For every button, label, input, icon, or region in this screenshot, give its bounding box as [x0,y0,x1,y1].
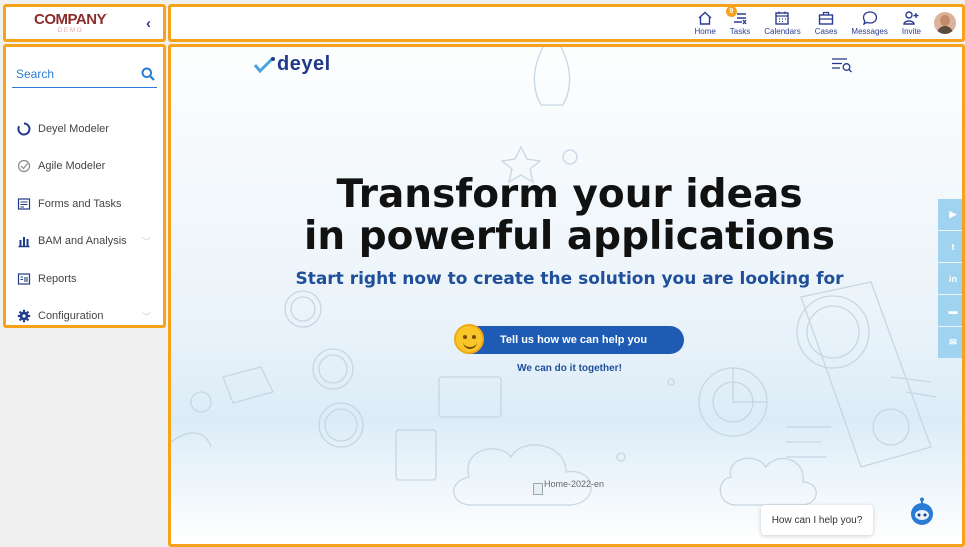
logo-region: COMPANY' DEMO ‹ [3,4,166,42]
menu-search-icon[interactable] [831,57,853,73]
contact-cta-button[interactable]: Tell us how we can help you [454,324,684,354]
nav-calendars[interactable]: Calendars [757,10,807,36]
sidebar-item-label: Deyel Modeler [38,122,109,135]
nav-messages-label: Messages [851,27,888,36]
nav-invite-label: Invite [901,27,921,36]
top-nav-items: Home 9 Tasks Calendars Cases Messages In… [687,6,956,39]
report-icon [17,272,31,286]
nav-invite[interactable]: Invite [895,10,928,36]
smiley-icon [454,324,484,354]
sidebar-item-label: BAM and Analysis [38,235,127,248]
sidebar-item-label: Agile Modeler [38,160,106,173]
subheadline: Start right now to create the solution y… [295,269,844,289]
chatbot-prompt[interactable]: How can I help you? [761,505,873,535]
logo-text: COMPANY [34,11,107,28]
background-illustration [171,47,937,506]
sidebar-search [12,65,157,88]
briefcase-icon [818,11,834,25]
circle-loader-icon [17,122,31,136]
video-icon[interactable]: ▬ [938,295,962,326]
mail-icon[interactable]: ✉ [938,327,962,358]
nav-calendars-label: Calendars [764,27,801,36]
chatbot-icon[interactable] [907,497,937,527]
headline-line-2: in powerful applications [304,214,835,259]
chevron-down-icon[interactable]: ﹀ [142,310,151,323]
nav-cases[interactable]: Cases [808,10,845,36]
logo-mark: ' [106,13,108,20]
sidebar-item-configuration[interactable]: Configuration ﹀ [12,298,157,336]
app-root: COMPANY' DEMO ‹ Home 9 Tasks Calendars C… [0,0,965,547]
user-avatar[interactable] [934,12,956,34]
search-input[interactable] [16,67,126,81]
sidebar-item-bam-and-analysis[interactable]: BAM and Analysis ﹀ [12,223,157,261]
home-icon [698,11,712,25]
deyel-logo-icon [253,56,275,73]
sidebar-item-agile-modeler[interactable]: Agile Modeler [12,148,157,186]
sidebar-item-label: Configuration [38,310,104,323]
cta-label: Tell us how we can help you [500,334,648,346]
sidebar-item-label: Reports [38,272,77,285]
deyel-brand[interactable]: deyel [253,53,331,76]
company-logo[interactable]: COMPANY' DEMO [34,11,108,34]
nav-home[interactable]: Home [687,10,722,36]
calendar-icon [775,11,790,25]
linkedin-icon[interactable]: in [938,263,962,294]
top-navigation: Home 9 Tasks Calendars Cases Messages In… [168,4,965,42]
add-user-icon [903,11,919,25]
sidebar: Deyel Modeler Agile Modeler Forms and Ta… [3,44,166,328]
broken-image: Home-2022-en [533,479,604,495]
cta-subtext: We can do it together! [517,363,622,374]
sidebar-item-forms-and-tasks[interactable]: Forms and Tasks [12,185,157,223]
gear-icon [17,309,31,323]
social-bar: ▶ t in ▬ ✉ [938,199,962,358]
nav-home-label: Home [694,27,716,36]
collapse-sidebar-button[interactable]: ‹ [146,15,151,32]
form-icon [17,197,31,211]
headline-line-1: Transform your ideas [336,172,803,217]
nav-tasks[interactable]: 9 Tasks [723,6,757,36]
chat-icon [862,11,877,26]
broken-image-alt: Home-2022-en [544,479,605,489]
tasks-badge: 9 [725,6,737,17]
twitter-icon[interactable]: t [938,231,962,262]
sidebar-item-label: Forms and Tasks [38,197,122,210]
sidebar-item-reports[interactable]: Reports [12,260,157,298]
nav-messages[interactable]: Messages [844,10,894,36]
bar-chart-icon [17,234,31,248]
nav-tasks-label: Tasks [729,27,751,36]
broken-image-icon [533,483,543,495]
search-icon[interactable] [141,67,155,81]
sidebar-item-deyel-modeler[interactable]: Deyel Modeler [12,110,157,148]
brand-text: deyel [277,53,331,75]
agile-modeler-icon [17,159,31,173]
logo-sub: DEMO [57,28,84,34]
chevron-down-icon[interactable]: ﹀ [142,235,151,248]
main-content: deyel Transform your ideas in powerful a… [168,44,965,547]
nav-cases-label: Cases [814,27,838,36]
youtube-icon[interactable]: ▶ [938,199,962,230]
